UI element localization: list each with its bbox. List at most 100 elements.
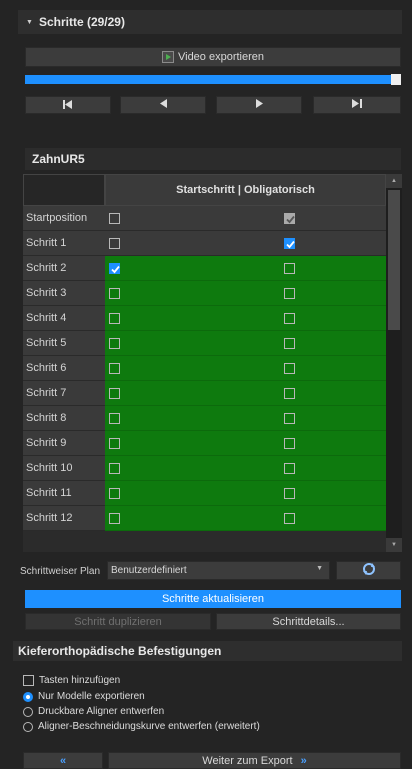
table-scrollbar-thumb[interactable] — [388, 190, 400, 330]
chevron-right-icon: » — [300, 754, 307, 767]
export-option[interactable]: Nur Modelle exportieren — [23, 691, 145, 702]
step-slider-handle[interactable] — [391, 74, 401, 85]
table-row: Schritt 9 — [23, 431, 386, 456]
start-step-cell — [105, 481, 213, 506]
radio-button[interactable] — [23, 706, 33, 717]
scroll-down-icon[interactable]: ▼ — [386, 538, 402, 552]
back-button[interactable]: « — [23, 752, 103, 769]
mandatory-checkbox[interactable] — [284, 462, 295, 474]
table-row: Schritt 1 — [23, 231, 386, 256]
step-slider[interactable] — [25, 74, 401, 85]
step-details-label: Schrittdetails... — [272, 615, 345, 628]
mandatory-cell — [213, 506, 386, 531]
previous-icon — [159, 99, 167, 111]
mandatory-cell — [213, 481, 386, 506]
table-row: Schritt 8 — [23, 406, 386, 431]
table-row: Schritt 3 — [23, 281, 386, 306]
radio-button[interactable] — [23, 721, 33, 732]
start-step-checkbox[interactable] — [109, 212, 120, 224]
start-step-cell — [105, 331, 213, 356]
step-slider-fill — [25, 75, 391, 84]
row-label: Schritt 5 — [23, 331, 105, 356]
row-label: Startposition — [23, 206, 105, 231]
start-step-cell — [105, 381, 213, 406]
next-to-export-button[interactable]: Weiter zum Export » — [108, 752, 401, 769]
mandatory-checkbox[interactable] — [284, 487, 295, 499]
steps-panel-header[interactable]: ▼ Schritte (29/29) — [18, 10, 402, 34]
mandatory-checkbox[interactable] — [284, 212, 295, 224]
skip-forward-icon — [352, 99, 362, 111]
chevron-left-icon: « — [59, 754, 67, 767]
previous-step-button[interactable] — [120, 96, 206, 114]
refresh-icon — [362, 562, 376, 579]
start-step-checkbox[interactable] — [109, 362, 120, 374]
mandatory-checkbox[interactable] — [284, 287, 295, 299]
mandatory-cell — [213, 306, 386, 331]
add-keys-label: Tasten hinzufügen — [39, 675, 121, 686]
refresh-button[interactable] — [336, 561, 401, 580]
mandatory-cell — [213, 256, 386, 281]
start-step-checkbox[interactable] — [109, 262, 120, 274]
start-step-cell — [105, 206, 213, 231]
mandatory-checkbox[interactable] — [284, 237, 295, 249]
first-step-button[interactable] — [25, 96, 111, 114]
start-step-checkbox[interactable] — [109, 312, 120, 324]
plan-select-value: Benutzerdefiniert — [111, 565, 187, 576]
start-step-checkbox[interactable] — [109, 387, 120, 399]
mandatory-cell — [213, 331, 386, 356]
row-label: Schritt 9 — [23, 431, 105, 456]
start-step-checkbox[interactable] — [109, 487, 120, 499]
play-button[interactable] — [216, 96, 302, 114]
mandatory-cell — [213, 206, 386, 231]
duplicate-step-button[interactable]: Schritt duplizieren — [25, 613, 211, 630]
update-steps-button[interactable]: Schritte aktualisieren — [25, 590, 401, 608]
row-label: Schritt 8 — [23, 406, 105, 431]
mandatory-checkbox[interactable] — [284, 412, 295, 424]
table-row: Schritt 11 — [23, 481, 386, 506]
row-label: Schritt 2 — [23, 256, 105, 281]
start-step-checkbox[interactable] — [109, 462, 120, 474]
start-step-checkbox[interactable] — [109, 237, 120, 249]
plan-select[interactable]: Benutzerdefiniert ▼ — [107, 561, 330, 580]
next-to-export-label: Weiter zum Export — [202, 754, 293, 767]
start-step-checkbox[interactable] — [109, 512, 120, 524]
mandatory-checkbox[interactable] — [284, 437, 295, 449]
radio-button[interactable] — [23, 691, 33, 702]
table-row: Schritt 4 — [23, 306, 386, 331]
start-step-cell — [105, 406, 213, 431]
row-label: Schritt 4 — [23, 306, 105, 331]
mandatory-checkbox[interactable] — [284, 262, 295, 274]
mandatory-checkbox[interactable] — [284, 512, 295, 524]
export-option[interactable]: Druckbare Aligner entwerfen — [23, 706, 164, 717]
row-label: Schritt 1 — [23, 231, 105, 256]
start-step-checkbox[interactable] — [109, 437, 120, 449]
scroll-up-icon[interactable]: ▲ — [386, 174, 402, 188]
mandatory-cell — [213, 381, 386, 406]
row-label: Schritt 3 — [23, 281, 105, 306]
start-step-checkbox[interactable] — [109, 287, 120, 299]
start-step-checkbox[interactable] — [109, 337, 120, 349]
attachments-header[interactable]: Kieferorthopädische Befestigungen — [13, 641, 402, 661]
mandatory-checkbox[interactable] — [284, 312, 295, 324]
plan-label: Schrittweiser Plan — [20, 566, 101, 577]
add-keys-checkbox[interactable] — [23, 675, 34, 686]
table-corner — [23, 174, 105, 206]
table-row: Schritt 7 — [23, 381, 386, 406]
table-column-header: Startschritt | Obligatorisch — [105, 174, 386, 206]
table-scrollbar[interactable]: ▲ ▼ — [386, 174, 402, 552]
step-details-button[interactable]: Schrittdetails... — [216, 613, 401, 630]
export-option-label: Druckbare Aligner entwerfen — [38, 706, 165, 717]
video-export-button[interactable]: Video exportieren — [25, 47, 401, 67]
start-step-cell — [105, 456, 213, 481]
start-step-checkbox[interactable] — [109, 412, 120, 424]
mandatory-checkbox[interactable] — [284, 337, 295, 349]
last-step-button[interactable] — [313, 96, 401, 114]
start-step-cell — [105, 281, 213, 306]
mandatory-cell — [213, 281, 386, 306]
export-option[interactable]: Aligner-Beschneidungskurve entwerfen (er… — [23, 721, 260, 732]
mandatory-checkbox[interactable] — [284, 362, 295, 374]
row-label: Schritt 7 — [23, 381, 105, 406]
mandatory-checkbox[interactable] — [284, 387, 295, 399]
add-keys-checkbox-row[interactable]: Tasten hinzufügen — [23, 675, 120, 686]
table-title: ZahnUR5 — [25, 148, 401, 170]
